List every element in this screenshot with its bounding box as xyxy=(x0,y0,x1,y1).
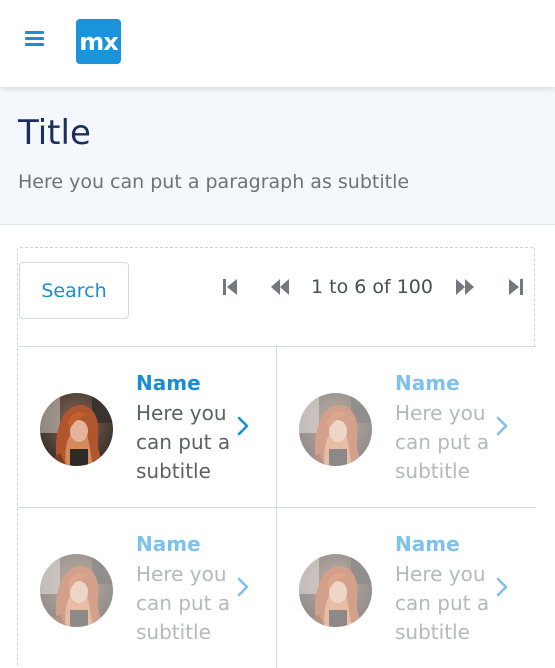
avatar xyxy=(40,554,113,627)
search-button[interactable]: Search xyxy=(19,262,129,319)
mendix-logo[interactable]: mx xyxy=(76,19,121,64)
next-page-icon[interactable] xyxy=(452,274,478,300)
list-item[interactable]: Name Here you can put a subtitle xyxy=(18,346,277,507)
avatar xyxy=(40,393,113,466)
item-name: Name xyxy=(395,532,460,556)
top-bar: mx xyxy=(0,0,555,87)
item-name: Name xyxy=(136,532,201,556)
page-title: Title xyxy=(18,113,91,153)
avatar xyxy=(299,393,372,466)
pager-status: 1 to 6 of 100 xyxy=(311,276,433,298)
page-header: Title Here you can put a paragraph as su… xyxy=(0,87,555,225)
chevron-right-icon[interactable] xyxy=(494,575,510,599)
list-item[interactable]: Name Here you can put a subtitle xyxy=(18,507,277,668)
chevron-right-icon[interactable] xyxy=(235,414,251,438)
avatar xyxy=(299,554,372,627)
first-page-icon[interactable] xyxy=(217,274,243,300)
list-item[interactable]: Name Here you can put a subtitle xyxy=(277,346,536,507)
chevron-right-icon[interactable] xyxy=(494,414,510,438)
previous-page-icon[interactable] xyxy=(267,274,293,300)
last-page-icon[interactable] xyxy=(503,274,529,300)
item-name: Name xyxy=(136,371,201,395)
hamburger-menu-icon[interactable] xyxy=(25,30,45,48)
item-name: Name xyxy=(395,371,460,395)
chevron-right-icon[interactable] xyxy=(235,575,251,599)
item-subtitle: Here you can put a subtitle xyxy=(395,562,490,644)
page-subtitle: Here you can put a paragraph as subtitle xyxy=(18,171,410,193)
list-item[interactable]: Name Here you can put a subtitle xyxy=(277,507,536,668)
item-subtitle: Here you can put a subtitle xyxy=(136,562,231,644)
item-subtitle: Here you can put a subtitle xyxy=(395,401,490,483)
item-subtitle: Here you can put a subtitle xyxy=(136,401,231,483)
